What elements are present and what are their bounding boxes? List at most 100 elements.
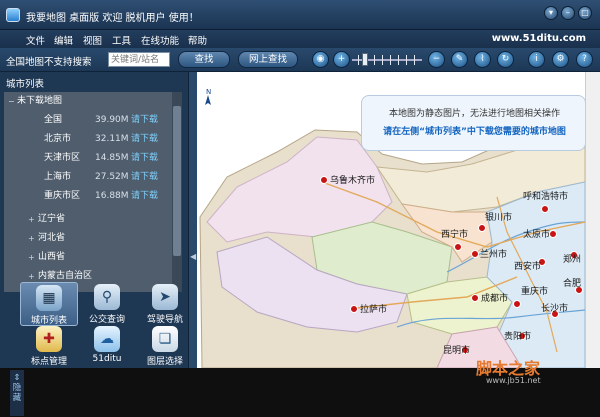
- download-link[interactable]: 请下载: [131, 168, 158, 187]
- toolbar: 全国地图不支持搜索 查找 网上查找 ◉ + − ✎ ⌇ ↻ i ⚙ ?: [0, 48, 600, 72]
- map-scrollbar[interactable]: [585, 72, 600, 368]
- download-link[interactable]: 请下载: [131, 111, 158, 130]
- info-icon[interactable]: i: [528, 51, 545, 68]
- svg-text:N: N: [206, 88, 211, 96]
- svg-text:昆明市: 昆明市: [443, 344, 470, 356]
- province-name: 山西省: [38, 252, 66, 262]
- zoom-out-icon[interactable]: −: [428, 51, 445, 68]
- tool-bus-query[interactable]: ⚲ 公交查询: [78, 282, 136, 326]
- cloud-icon: ☁: [94, 326, 120, 352]
- svg-text:兰州市: 兰州市: [480, 248, 507, 260]
- svg-text:呼和浩特市: 呼和浩特市: [523, 190, 568, 202]
- city-size: 27.52M: [95, 172, 129, 182]
- bus-stop-icon: ⚲: [94, 284, 120, 310]
- menu-bar: 文件 编辑 视图 工具 在线功能 帮助 www.51ditu.com: [0, 30, 600, 48]
- menu-online[interactable]: 在线功能: [141, 33, 179, 47]
- info-instruction: 请在左侧“城市列表”中下载您需要的城市地图: [383, 127, 566, 137]
- tool-layers[interactable]: ❏ 图层选择: [136, 324, 194, 368]
- panel-header: 城市列表: [6, 79, 45, 90]
- download-link[interactable]: 请下载: [131, 149, 158, 168]
- city-size: 14.85M: [95, 153, 129, 163]
- city-name: 上海市: [44, 172, 72, 182]
- navigation-icon: ➤: [152, 284, 178, 310]
- city-name: 北京市: [44, 134, 72, 144]
- tool-label: 标点管理: [30, 357, 67, 367]
- panel-splitter[interactable]: ◀: [188, 72, 197, 368]
- city-size: 32.11M: [95, 134, 129, 144]
- expand-icon[interactable]: +: [28, 210, 35, 229]
- tool-pushpin[interactable]: ✚ 标点管理: [20, 324, 78, 368]
- refresh-icon[interactable]: ↻: [497, 51, 514, 68]
- svg-text:合肥: 合肥: [563, 277, 581, 289]
- tree-group-label: 未下载地图: [17, 96, 63, 106]
- province-name: 河北省: [38, 233, 66, 243]
- expand-icon[interactable]: +: [28, 248, 35, 267]
- collapse-icon[interactable]: −: [8, 92, 15, 111]
- tree-province-row[interactable]: + 辽宁省: [4, 210, 182, 229]
- tree-city-row[interactable]: 北京市 32.11M 请下载: [4, 130, 182, 149]
- svg-text:太原市: 太原市: [523, 228, 550, 240]
- svg-text:西安市: 西安市: [514, 260, 541, 272]
- menu-view[interactable]: 视图: [83, 33, 102, 47]
- site-link[interactable]: www.51ditu.com: [492, 33, 586, 44]
- compass-icon: N: [205, 88, 211, 105]
- download-link[interactable]: 请下载: [131, 130, 158, 149]
- tool-51ditu[interactable]: ☁ 51ditu: [78, 324, 136, 368]
- tree-city-row[interactable]: 上海市 27.52M 请下载: [4, 168, 182, 187]
- city-size: 39.90M: [95, 115, 129, 125]
- tree-city-row[interactable]: 全国 39.90M 请下载: [4, 111, 182, 130]
- sidebar: 城市列表 − 未下载地图 全国 39.90M 请下载 北京市 32.11M 请下…: [0, 72, 191, 368]
- tree-scrollbar[interactable]: [172, 92, 182, 292]
- svg-text:拉萨市: 拉萨市: [360, 303, 387, 315]
- svg-text:银川市: 银川市: [485, 211, 512, 223]
- svg-text:长沙市: 长沙市: [541, 302, 568, 314]
- search-input[interactable]: [108, 52, 170, 67]
- svg-text:贵阳市: 贵阳市: [504, 330, 531, 342]
- menu-help[interactable]: 帮助: [188, 33, 207, 47]
- svg-text:成都市: 成都市: [481, 292, 508, 304]
- maximize-button[interactable]: □: [578, 6, 592, 20]
- svg-text:郑州: 郑州: [563, 253, 581, 265]
- city-size: 16.88M: [95, 191, 129, 201]
- tree-city-row[interactable]: 天津市区 14.85M 请下载: [4, 149, 182, 168]
- collapse-arrow-icon[interactable]: ◀: [190, 250, 196, 264]
- menu-dropdown-button[interactable]: ▾: [544, 6, 558, 20]
- province-name: 辽宁省: [38, 214, 66, 224]
- tree-province-row[interactable]: + 河北省: [4, 229, 182, 248]
- settings-icon[interactable]: ⚙: [552, 51, 569, 68]
- city-marker[interactable]: 昆明市: [443, 344, 470, 356]
- menu-tools[interactable]: 工具: [112, 33, 131, 47]
- help-icon[interactable]: ?: [576, 51, 593, 68]
- city-name: 天津市区: [44, 153, 81, 163]
- hide-panel-button[interactable]: ⇕ 隐藏: [10, 370, 24, 416]
- svg-text:乌鲁木齐市: 乌鲁木齐市: [330, 174, 375, 186]
- title-bar: 我要地图 桌面版 欢迎 脱机用户 使用！ ▾ – □ ✕: [0, 0, 600, 30]
- layers-icon: ❏: [152, 326, 178, 352]
- hide-label: 隐藏: [12, 383, 22, 403]
- ruler-icon[interactable]: ⌇: [474, 51, 491, 68]
- tree-province-row[interactable]: + 山西省: [4, 248, 182, 267]
- search-button[interactable]: 查找: [178, 51, 230, 68]
- online-search-button[interactable]: 网上查找: [238, 51, 298, 68]
- pen-icon[interactable]: ✎: [451, 51, 468, 68]
- city-tree: − 未下载地图 全国 39.90M 请下载 北京市 32.11M 请下载 天津市…: [4, 92, 182, 292]
- tool-label: 图层选择: [146, 357, 183, 367]
- tool-city-list[interactable]: ▦ 城市列表: [20, 282, 78, 326]
- tree-group[interactable]: − 未下载地图: [4, 92, 182, 111]
- zoom-slider-thumb[interactable]: [362, 53, 368, 66]
- pushpin-icon: ✚: [36, 326, 62, 352]
- expand-icon[interactable]: +: [28, 229, 35, 248]
- zoom-in-icon[interactable]: +: [333, 51, 350, 68]
- city-marker[interactable]: 贵阳市: [504, 330, 531, 342]
- watermark-url: www.jb51.net: [486, 376, 541, 385]
- download-link[interactable]: 请下载: [131, 187, 158, 206]
- info-callout: 本地图为静态图片，无法进行地图相关操作 请在左侧“城市列表”中下载您需要的城市地…: [361, 95, 586, 151]
- menu-edit[interactable]: 编辑: [54, 33, 73, 47]
- globe-icon[interactable]: ◉: [312, 51, 329, 68]
- city-list-icon: ▦: [36, 285, 62, 311]
- menu-file[interactable]: 文件: [26, 33, 45, 47]
- minimize-button[interactable]: –: [561, 6, 575, 20]
- scrollbar-thumb[interactable]: [173, 106, 181, 256]
- tool-navigation[interactable]: ➤ 驾驶导航: [136, 282, 194, 326]
- tree-city-row[interactable]: 重庆市区 16.88M 请下载: [4, 187, 182, 206]
